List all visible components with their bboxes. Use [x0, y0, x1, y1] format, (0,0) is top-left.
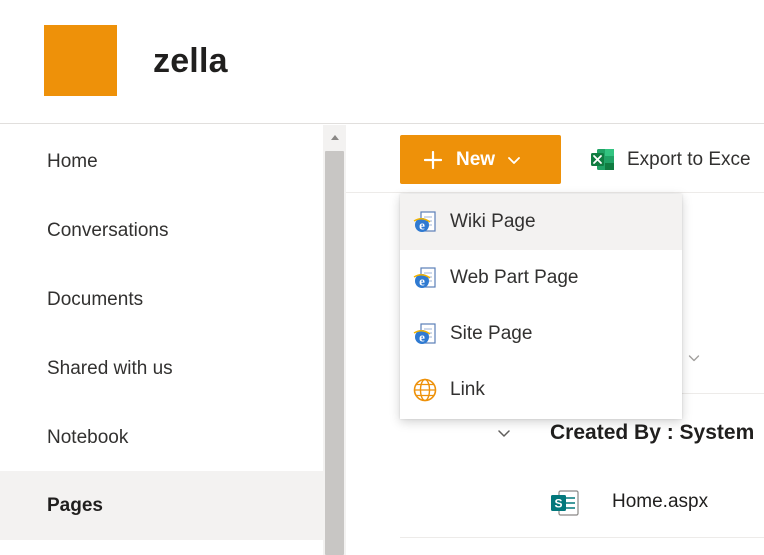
globe-icon	[413, 378, 437, 402]
left-navigation: Home Conversations Documents Shared with…	[0, 125, 323, 555]
nav-item-notebook[interactable]: Notebook	[0, 403, 323, 472]
new-button[interactable]: New	[400, 135, 561, 184]
plus-icon	[424, 150, 442, 169]
nav-item-documents[interactable]: Documents	[0, 265, 323, 334]
nav-item-pages[interactable]: Pages	[0, 471, 323, 540]
export-to-excel-button[interactable]: Export to Exce	[590, 135, 751, 184]
group-header[interactable]: Created By : System	[550, 421, 754, 445]
list-divider-bottom	[400, 537, 764, 538]
site-title[interactable]: zella	[153, 42, 228, 81]
nav-item-shared-with-us[interactable]: Shared with us	[0, 334, 323, 403]
menu-item-label: Web Part Page	[450, 267, 579, 288]
site-logo[interactable]	[44, 25, 117, 96]
ie-page-icon: e	[413, 211, 436, 233]
new-button-label: New	[456, 148, 496, 170]
menu-item-label: Site Page	[450, 323, 533, 344]
nav-item-conversations[interactable]: Conversations	[0, 196, 323, 265]
group-collapse-chevron-icon[interactable]	[497, 426, 511, 440]
svg-text:S: S	[554, 497, 562, 511]
sharepoint-page-icon: S	[551, 490, 579, 516]
menu-item-label: Wiki Page	[450, 211, 536, 232]
ie-page-icon: e	[413, 267, 436, 289]
scroll-up-arrow-icon	[330, 134, 339, 140]
menu-item-label: Link	[450, 379, 485, 400]
nav-item-home[interactable]: Home	[0, 127, 323, 196]
new-dropdown-menu: e Wiki Page e Web Part Page e Site Page	[400, 194, 682, 419]
site-header: zella	[0, 0, 764, 124]
menu-item-web-part-page[interactable]: e Web Part Page	[400, 250, 682, 306]
chevron-down-icon	[508, 156, 520, 164]
menu-item-wiki-page[interactable]: e Wiki Page	[400, 194, 682, 250]
scroll-up-button[interactable]	[323, 125, 346, 149]
scroll-thumb[interactable]	[325, 151, 344, 555]
excel-icon	[591, 149, 614, 170]
menu-item-link[interactable]: Link	[400, 362, 682, 418]
nav-scrollbar[interactable]	[323, 125, 346, 555]
file-link-home[interactable]: Home.aspx	[612, 491, 708, 513]
menu-item-site-page[interactable]: e Site Page	[400, 306, 682, 362]
ie-page-icon: e	[413, 323, 436, 345]
command-bar: New Export to Exce	[346, 125, 764, 193]
export-button-label: Export to Exce	[627, 148, 751, 170]
column-chevron-down-icon[interactable]	[688, 352, 700, 364]
